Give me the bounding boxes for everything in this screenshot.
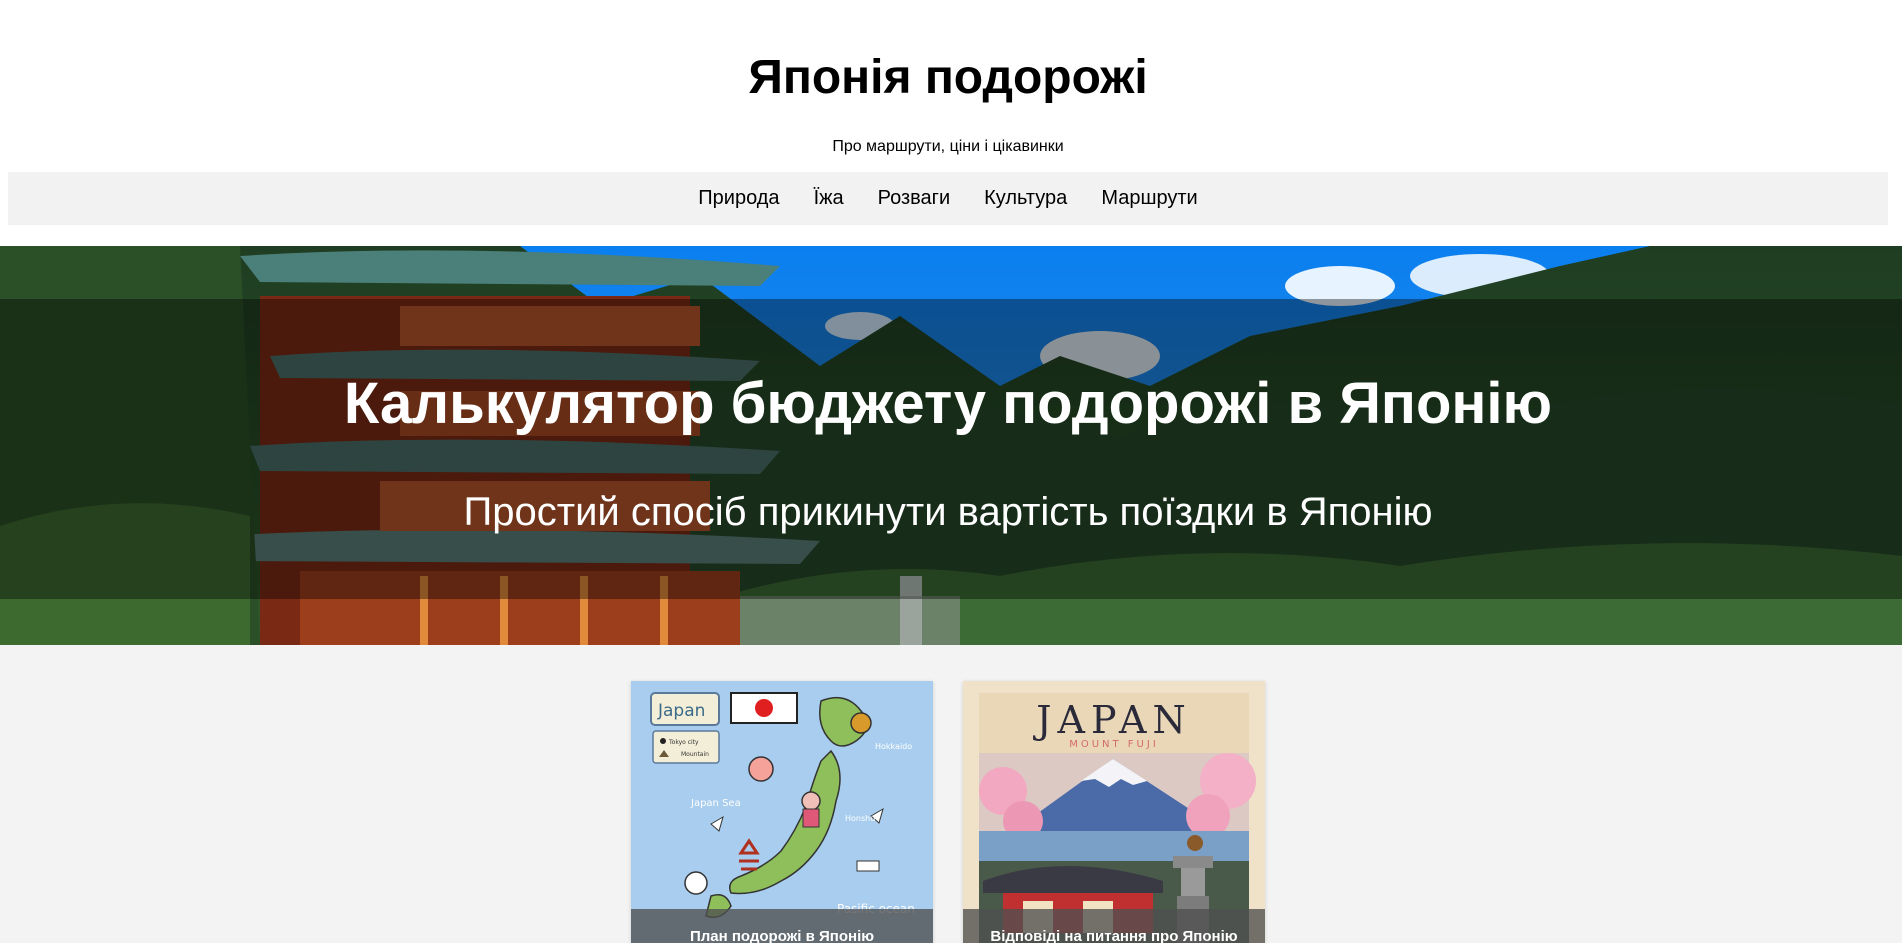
cards-section: Japan Tokyo city Mountain Japan Sea Hokk… [0, 645, 1902, 943]
card-travel-plan[interactable]: Japan Tokyo city Mountain Japan Sea Hokk… [631, 681, 933, 943]
nav-item-nature[interactable]: Природа [681, 172, 796, 225]
nav-item-routes[interactable]: Маршрути [1084, 172, 1214, 225]
site-title: Японія подорожі [748, 51, 1148, 104]
card-caption[interactable]: План подорожі в Японію [631, 909, 933, 943]
site-tagline: Про маршрути, ціни і цікавинки [832, 138, 1064, 155]
map-label-sea: Japan Sea [690, 798, 741, 809]
map-label-hokkaido: Hokkaido [875, 742, 912, 751]
hero-title: Калькулятор бюджету подорожі в Японію [343, 371, 1553, 436]
nav-item-culture[interactable]: Культура [967, 172, 1084, 225]
nav-item-food[interactable]: Їжа [797, 172, 861, 225]
card-caption[interactable]: Відповіді на питання про Японію [963, 909, 1265, 943]
japan-illustrated-map-image: Japan Tokyo city Mountain Japan Sea Hokk… [631, 681, 933, 943]
map-legend-city: Tokyo city [668, 739, 699, 746]
map-label-honshu: Honshu [845, 814, 875, 823]
hero-subtitle: Простий спосіб прикинути вартість поїздк… [463, 490, 1433, 534]
main-nav: Природа Їжа Розваги Культура Маршрути [8, 172, 1888, 225]
hero-overlay [0, 299, 1902, 599]
mount-fuji-poster-image: JAPAN MOUNT FUJI [963, 681, 1265, 943]
poster-subtitle: MOUNT FUJI [1069, 739, 1159, 750]
hero-banner: Калькулятор бюджету подорожі в Японію Пр… [0, 246, 1902, 645]
nav-item-entertainment[interactable]: Розваги [861, 172, 968, 225]
map-legend-mountain: Mountain [681, 751, 709, 758]
card-japan-faq[interactable]: JAPAN MOUNT FUJI Відповіді на питання пр… [963, 681, 1265, 943]
map-label-japan: Japan [657, 701, 705, 721]
site-header: Японія подорожі Про маршрути, ціни і цік… [0, 0, 1902, 246]
poster-title: JAPAN [1032, 698, 1191, 742]
